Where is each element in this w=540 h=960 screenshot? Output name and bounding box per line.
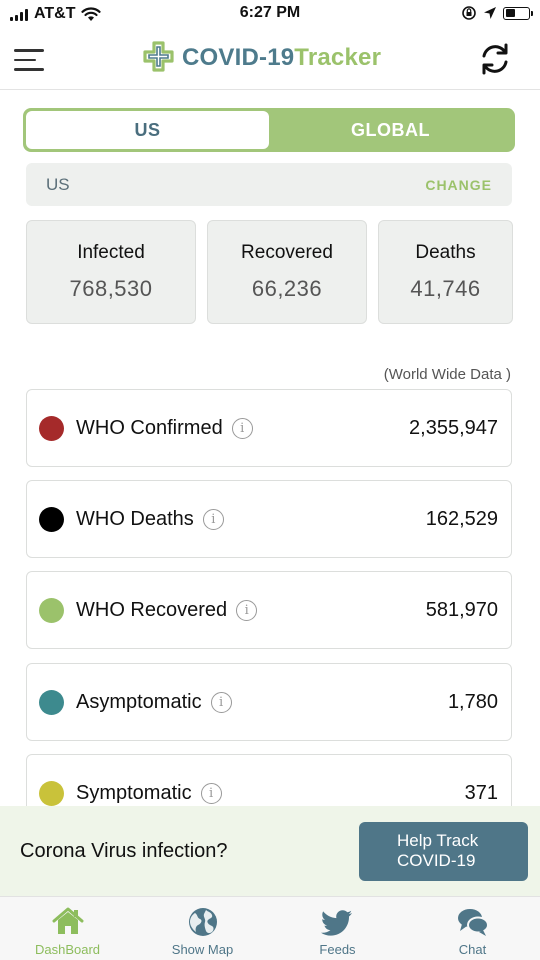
segment-us[interactable]: US: [26, 111, 269, 149]
status-dot: [39, 415, 64, 441]
who-label: Asymptomatic: [76, 690, 202, 713]
who-label: WHO Deaths: [76, 507, 194, 530]
who-value: 162,529: [425, 507, 498, 530]
help-banner: Corona Virus infection? Help Track COVID…: [0, 806, 540, 896]
app-header: COVID-19Tracker: [0, 30, 540, 90]
status-dot: [39, 689, 64, 715]
tab-label: Show Map: [171, 942, 234, 957]
segment-global[interactable]: GLOBAL: [269, 111, 512, 149]
who-row-deaths: WHO Deaths i 162,529: [26, 480, 512, 558]
tab-label: Chat: [458, 942, 487, 957]
help-question: Corona Virus infection?: [20, 839, 228, 862]
tab-label: DashBoard: [34, 942, 101, 957]
stat-card-recovered: Recovered 66,236: [207, 220, 367, 324]
orientation-lock-icon: [462, 6, 476, 20]
help-button-line2: COVID-19: [397, 851, 476, 870]
tab-label: Feeds: [319, 942, 356, 957]
help-button-line1: Help Track: [397, 831, 479, 850]
who-row-recovered: WHO Recovered i 581,970: [26, 571, 512, 649]
app-logo: COVID-19Tracker: [142, 40, 381, 76]
who-label: Symptomatic: [76, 781, 192, 804]
status-dot: [39, 597, 64, 623]
who-row-asymptomatic: Asymptomatic i 1,780: [26, 663, 512, 741]
home-icon: [52, 907, 83, 934]
status-dot: [39, 506, 64, 532]
help-track-button[interactable]: Help Track COVID-19: [359, 821, 528, 881]
app-title-part2: Tracker: [294, 44, 382, 71]
info-icon[interactable]: i: [231, 417, 253, 439]
stat-card-infected: Infected 768,530: [26, 220, 196, 324]
app-title-part1: COVID-19: [182, 44, 295, 71]
twitter-bird-icon: [320, 910, 352, 936]
tab-dashboard[interactable]: DashBoard: [0, 897, 135, 960]
stat-value: 66,236: [251, 276, 323, 301]
stat-label: Recovered: [241, 242, 333, 263]
who-label: WHO Recovered: [76, 598, 228, 621]
info-icon[interactable]: i: [210, 691, 232, 713]
region-selector: US CHANGE: [26, 163, 512, 206]
refresh-icon[interactable]: [476, 40, 514, 78]
battery-icon: [503, 6, 533, 20]
status-right: [461, 5, 533, 21]
who-row-confirmed: WHO Confirmed i 2,355,947: [26, 389, 512, 467]
medical-cross-logo-icon: [143, 41, 174, 72]
scope-segmented-control: US GLOBAL: [23, 108, 515, 152]
stat-value: 768,530: [69, 276, 153, 301]
stat-value: 41,746: [410, 276, 481, 301]
info-icon[interactable]: i: [202, 508, 224, 530]
change-region-button[interactable]: CHANGE: [425, 177, 492, 193]
location-arrow-icon: [484, 7, 496, 19]
tab-show-map[interactable]: Show Map: [135, 897, 270, 960]
status-dot: [39, 780, 64, 806]
app-title: COVID-19Tracker: [182, 44, 381, 72]
status-time: 6:27 PM: [239, 4, 301, 21]
hamburger-menu-icon[interactable]: [14, 44, 50, 76]
globe-icon: [188, 908, 217, 936]
stat-label: Deaths: [415, 242, 476, 263]
world-wide-data-caption: (World Wide Data ): [383, 366, 511, 383]
who-label: WHO Confirmed: [76, 416, 223, 439]
stat-label: Infected: [77, 242, 145, 263]
stat-card-deaths: Deaths 41,746: [378, 220, 513, 324]
info-icon[interactable]: i: [200, 782, 222, 804]
who-value: 1,780: [447, 690, 498, 713]
chat-bubbles-icon: [457, 909, 489, 936]
who-value: 2,355,947: [409, 416, 498, 439]
who-value: 581,970: [425, 598, 498, 621]
tab-chat[interactable]: Chat: [405, 897, 540, 960]
info-icon[interactable]: i: [236, 599, 258, 621]
who-value: 371: [464, 781, 498, 804]
status-bar: AT&T 6:27 PM: [0, 0, 540, 30]
tab-feeds[interactable]: Feeds: [270, 897, 405, 960]
region-name: US: [46, 174, 70, 194]
bottom-tab-bar: DashBoard Show Map Feeds Chat: [0, 896, 540, 960]
